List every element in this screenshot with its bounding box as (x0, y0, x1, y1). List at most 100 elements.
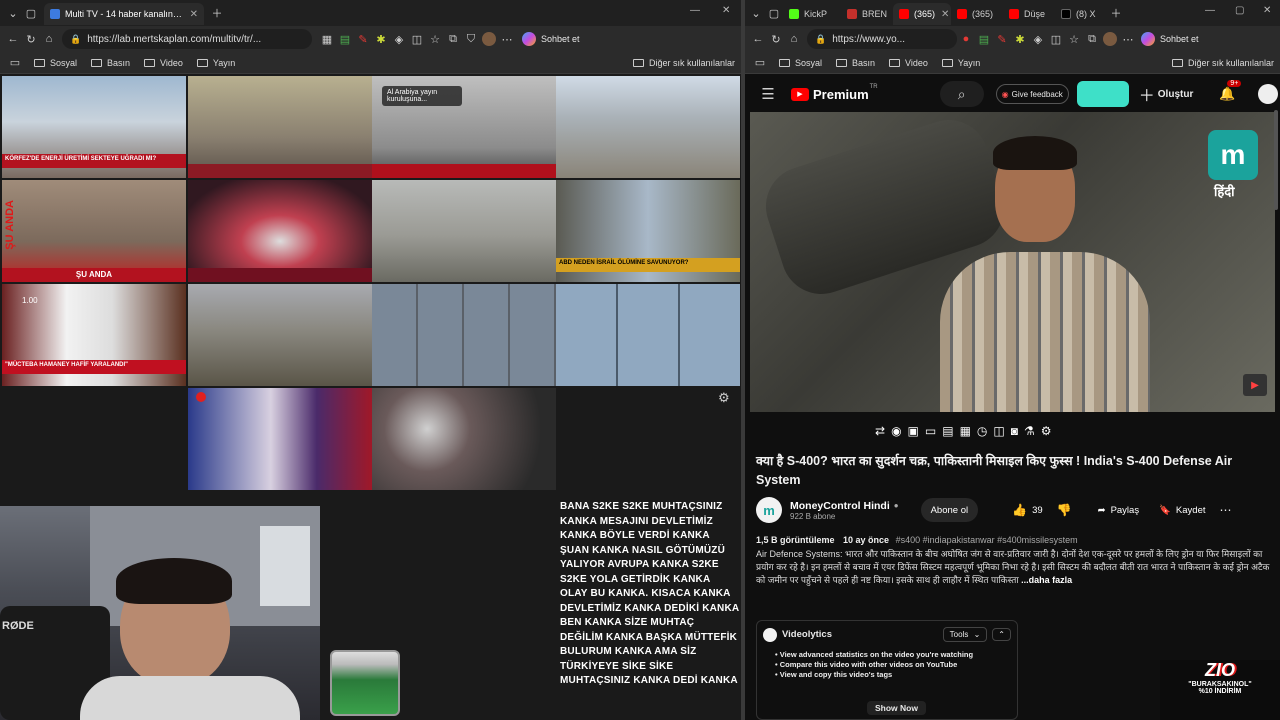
settings-gear-icon[interactable]: ⚙ (718, 390, 730, 406)
new-tab-icon[interactable]: ＋ (1107, 4, 1125, 22)
close-window-icon[interactable]: ✕ (1263, 5, 1271, 16)
theater-icon[interactable]: ▭ (925, 424, 936, 438)
create-plus-icon[interactable]: ＋ (1139, 82, 1155, 106)
more-icon[interactable]: ⋯ (498, 30, 516, 48)
back-icon[interactable]: ← (749, 30, 767, 48)
minimize-icon[interactable]: — (690, 5, 700, 16)
sohbet-button[interactable]: Sohbet et (541, 34, 580, 44)
tv-tile[interactable] (372, 284, 556, 386)
tv-tile[interactable] (188, 388, 372, 490)
stats-icon[interactable]: ▣ (908, 424, 919, 438)
tv-tile[interactable] (188, 76, 372, 178)
bookmark-folder-video[interactable]: Video (889, 58, 928, 68)
other-bookmarks[interactable]: Diğer sık kullanılanlar (1171, 58, 1274, 68)
search-icon[interactable]: ⌕ (939, 81, 984, 107)
create-button-label[interactable]: Oluştur (1158, 89, 1194, 100)
tab-breaking[interactable]: BREN (841, 3, 893, 25)
close-tab-icon[interactable]: ✕ (190, 9, 198, 20)
ext-icon[interactable]: ◈ (390, 30, 408, 48)
feedback-button[interactable]: ◉ Give feedback (995, 84, 1069, 104)
tab-youtube-2[interactable]: (365) (951, 3, 1003, 25)
bookmark-folder-sosyal[interactable]: Sosyal (34, 58, 77, 68)
toggle-switch[interactable] (1076, 81, 1129, 107)
favorites-icon[interactable]: ☆ (426, 30, 444, 48)
youtube-logo-icon[interactable]: ▶ (791, 87, 809, 101)
notifications-bell-icon[interactable]: 🔔 9+ (1219, 80, 1242, 102)
subscribe-button[interactable]: Abone ol (920, 498, 979, 522)
url-field[interactable]: 🔒 https://www.yo... (807, 29, 957, 49)
bookmark-folder-basin[interactable]: Basın (836, 58, 875, 68)
collections-icon[interactable]: ⧉ (1083, 30, 1101, 48)
bookmark-toggle-icon[interactable]: ▭ (751, 54, 769, 72)
share-button[interactable]: ➦ Paylaş (1088, 498, 1149, 522)
bookmark-folder-yayin[interactable]: Yayın (196, 58, 235, 68)
workspaces-icon[interactable]: ▢ (765, 4, 783, 22)
split-icon[interactable]: ◫ (408, 30, 426, 48)
close-window-icon[interactable]: ✕ (722, 5, 730, 16)
new-tab-icon[interactable]: ＋ (208, 4, 226, 22)
tv-tile[interactable] (556, 76, 740, 178)
maximize-icon[interactable]: ▢ (1235, 5, 1244, 16)
ext-icon[interactable]: ✱ (1011, 30, 1029, 48)
shield-icon[interactable]: ⛉ (462, 30, 480, 48)
bookmark-toggle-icon[interactable]: ▭ (6, 54, 24, 72)
minimize-icon[interactable]: — (1205, 5, 1215, 16)
tab-x[interactable]: (8) X (1055, 3, 1107, 25)
copilot-icon[interactable] (522, 32, 536, 46)
settings-icon[interactable]: ⚙ (1041, 424, 1052, 438)
home-icon[interactable]: ⌂ (40, 30, 58, 48)
speed-icon[interactable]: ◷ (977, 424, 987, 438)
tv-tile[interactable]: 1.00 "MÜCTEBA HAMANEY HAFİF YARALANDI" (2, 284, 186, 386)
favorites-icon[interactable]: ☆ (1065, 30, 1083, 48)
channel-name[interactable]: MoneyControl Hindi (790, 500, 890, 512)
tab-youtube[interactable]: (365) ✕ (893, 3, 951, 25)
hashtags[interactable]: #s400 #indiapakistanwar #s400missilesyst… (896, 535, 1078, 545)
ext-icon[interactable]: ▦ (318, 30, 336, 48)
caption-icon[interactable]: ▦ (960, 424, 971, 438)
split-icon[interactable]: ◫ (1047, 30, 1065, 48)
tv-tile[interactable] (372, 180, 556, 282)
refresh-icon[interactable]: ↻ (767, 30, 785, 48)
screenshot-icon[interactable]: ◙ (1011, 424, 1018, 438)
sohbet-button[interactable]: Sohbet et (1160, 34, 1199, 44)
show-now-button[interactable]: Show Now (867, 701, 926, 715)
more-actions-icon[interactable]: ⋯ (1220, 503, 1232, 517)
like-button[interactable]: 👍 39 (1002, 498, 1053, 522)
tab-youtube-3[interactable]: Düşe (1003, 3, 1055, 25)
scrollbar[interactable] (1274, 110, 1278, 210)
tv-tile[interactable]: KÖRFEZ'DE ENERJİ ÜRETİMİ SEKTEYE UĞRADI … (2, 76, 186, 178)
video-description[interactable]: 1,5 B görüntüleme 10 ay önce #s400 #indi… (756, 534, 1271, 604)
ext-icon[interactable]: ▤ (336, 30, 354, 48)
tv-tile[interactable] (372, 388, 556, 490)
home-icon[interactable]: ⌂ (785, 30, 803, 48)
tab-actions-icon[interactable]: ⌄ (4, 4, 22, 22)
ext-icon[interactable]: ● (957, 30, 975, 48)
lab-icon[interactable]: ⚗ (1024, 424, 1035, 438)
copilot-icon[interactable] (1141, 32, 1155, 46)
collapse-icon[interactable]: ⌃ (992, 628, 1011, 641)
account-avatar[interactable] (1257, 84, 1278, 104)
close-tab-icon[interactable]: ✕ (941, 9, 949, 20)
bookmark-folder-basin[interactable]: Basın (91, 58, 130, 68)
filter-icon[interactable]: ◫ (993, 424, 1004, 438)
tv-tile[interactable] (188, 180, 372, 282)
pip-icon[interactable]: ▤ (942, 424, 953, 438)
avatar[interactable] (482, 32, 496, 46)
more-icon[interactable]: ⋯ (1119, 30, 1137, 48)
bookmark-folder-video[interactable]: Video (144, 58, 183, 68)
refresh-icon[interactable]: ↻ (22, 30, 40, 48)
hamburger-menu-icon[interactable]: ☰ (759, 85, 777, 103)
tv-tile[interactable] (188, 284, 372, 386)
tv-tile[interactable]: ŞU ANDA ŞU ANDA (2, 180, 186, 282)
ext-icon[interactable]: ◈ (1029, 30, 1047, 48)
video-player[interactable]: m हिंदी ▶ (750, 112, 1275, 412)
url-field[interactable]: 🔒 https://lab.mertskaplan.com/multitv/tr… (62, 29, 312, 49)
bookmark-folder-yayin[interactable]: Yayın (941, 58, 980, 68)
tv-tile[interactable] (556, 284, 740, 386)
bookmark-folder-sosyal[interactable]: Sosyal (779, 58, 822, 68)
workspaces-icon[interactable]: ▢ (22, 4, 40, 22)
tv-tile[interactable]: ABD NEDEN İSRAİL ÖLÜMİNE SAVUNUYOR? (556, 180, 740, 282)
collections-icon[interactable]: ⧉ (444, 30, 462, 48)
tools-dropdown[interactable]: Tools ⌄ (942, 627, 988, 642)
back-icon[interactable]: ← (4, 30, 22, 48)
